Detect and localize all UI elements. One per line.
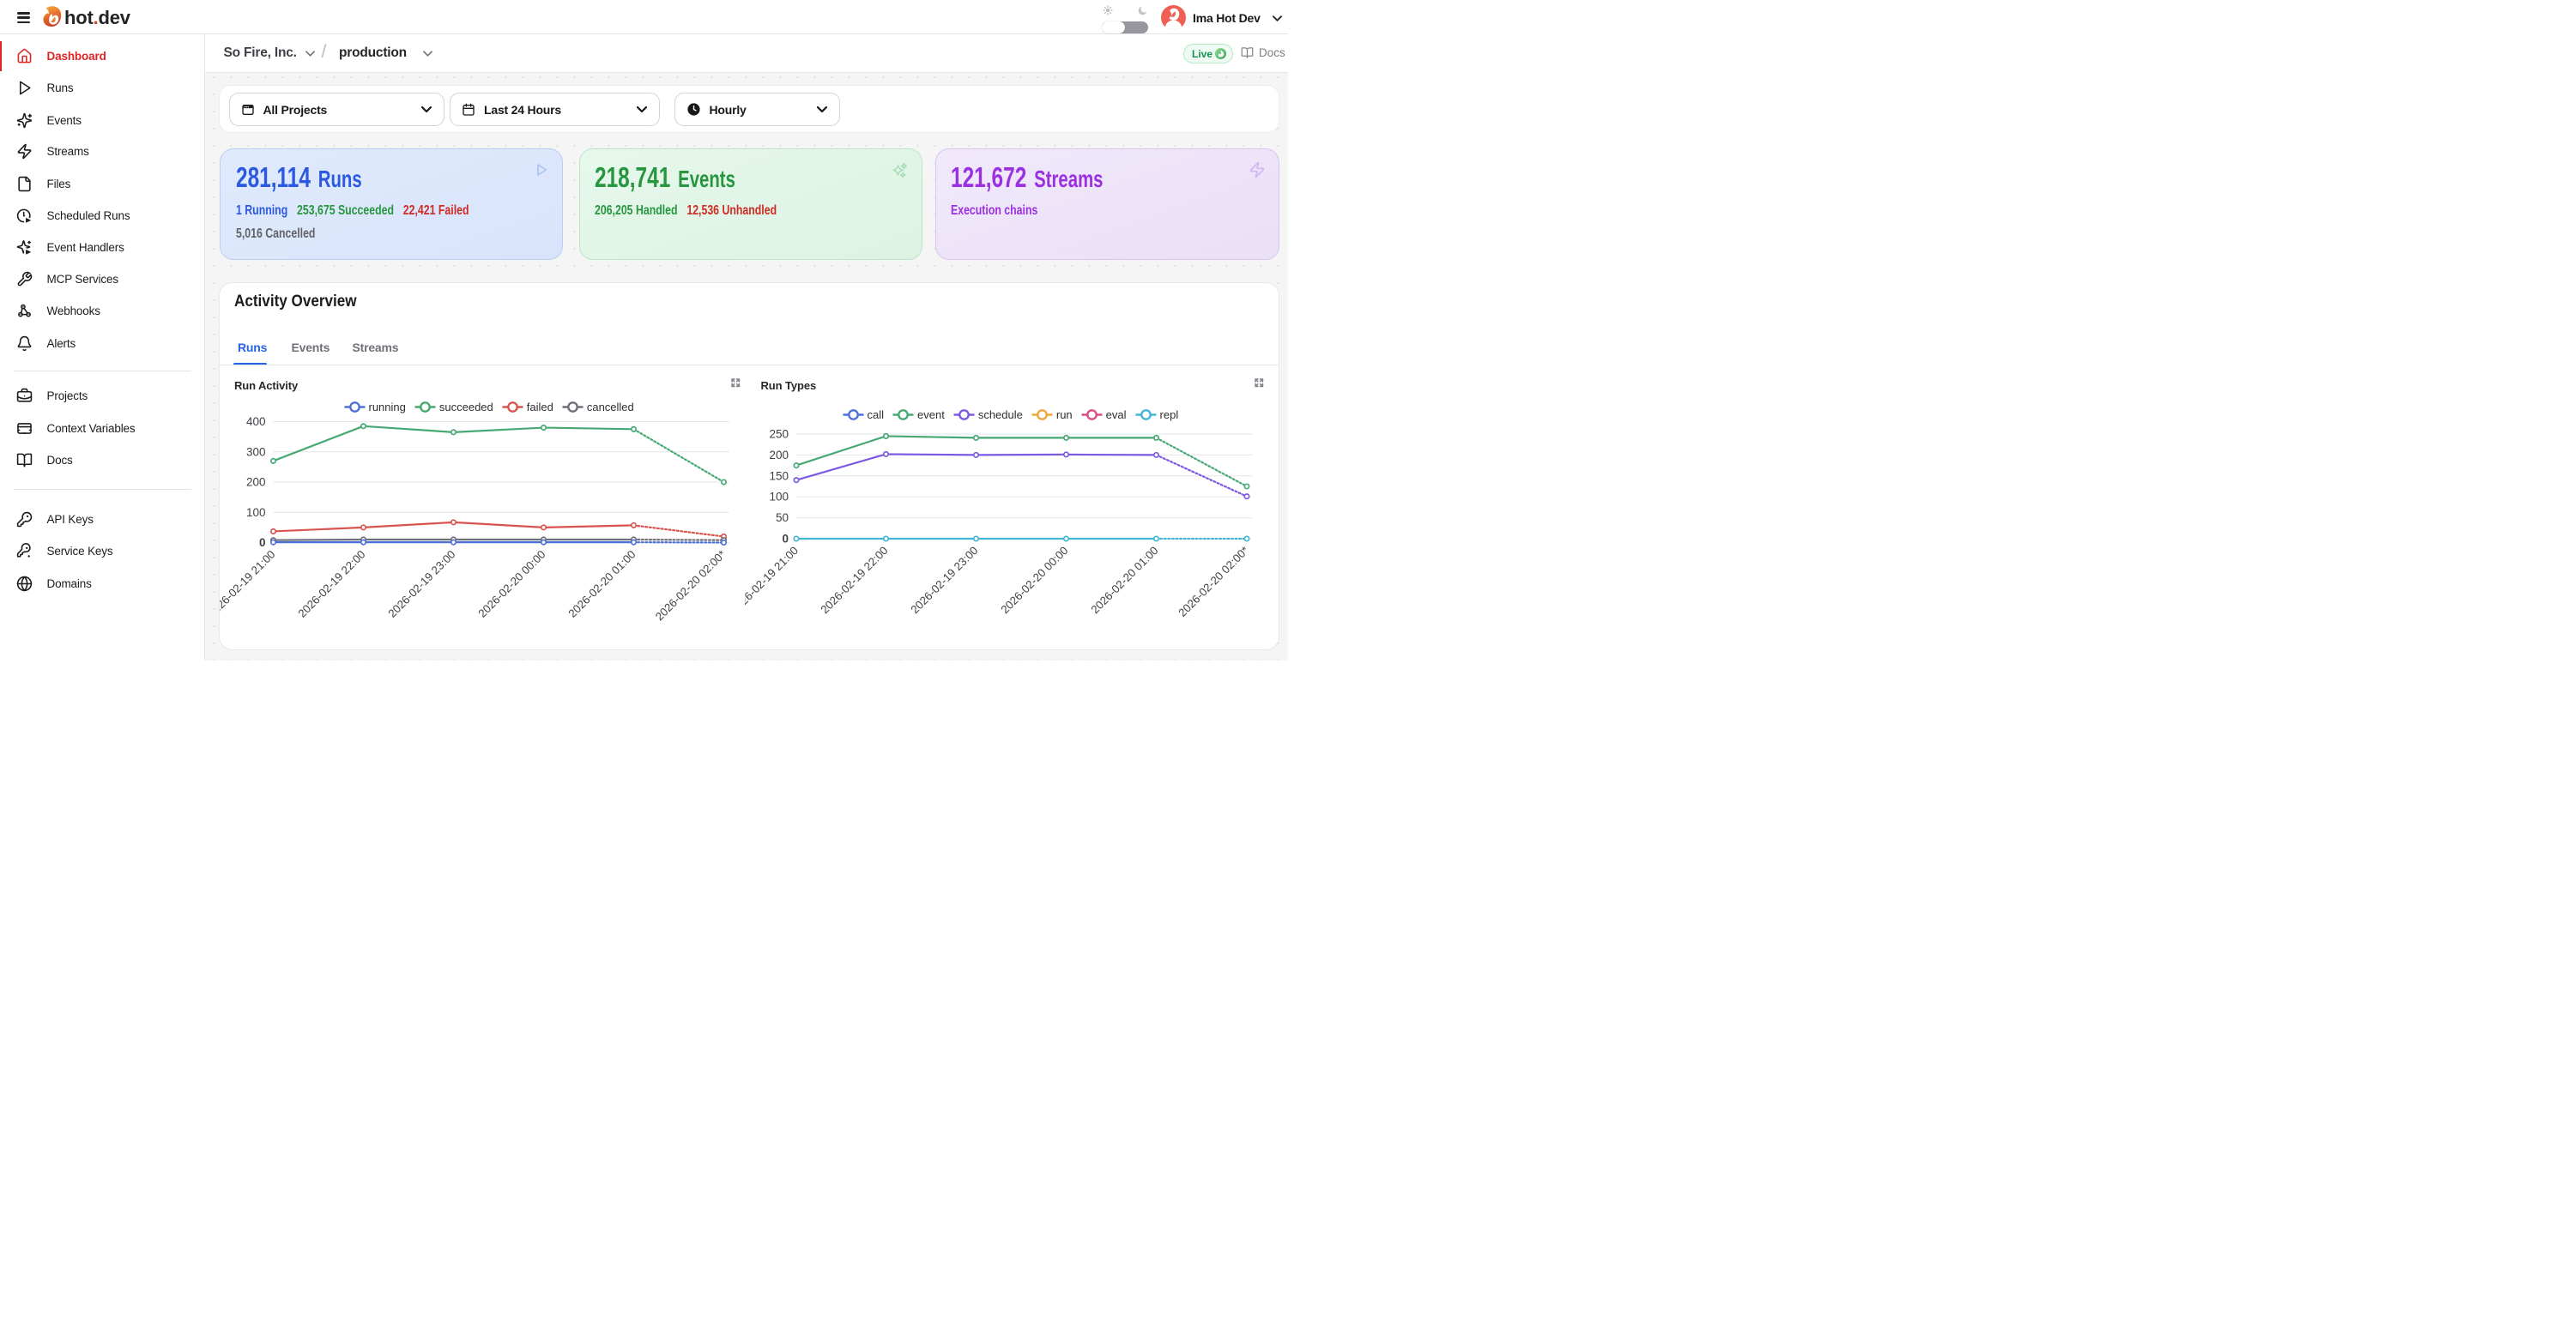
- svg-text:2026-02-19 22:00: 2026-02-19 22:00: [818, 544, 890, 616]
- svg-text:2026-02-19 21:00: 2026-02-19 21:00: [220, 547, 278, 619]
- svg-text:2026-02-20 02:00*: 2026-02-20 02:00*: [1176, 544, 1251, 619]
- svg-text:250: 250: [769, 427, 789, 440]
- svg-text:100: 100: [769, 490, 789, 503]
- svg-text:0: 0: [258, 536, 265, 549]
- svg-text:0: 0: [782, 532, 789, 545]
- svg-text:400: 400: [245, 416, 265, 428]
- svg-text:2026-02-20 02:00*: 2026-02-20 02:00*: [652, 547, 728, 623]
- svg-text:2026-02-19 23:00: 2026-02-19 23:00: [385, 547, 457, 619]
- svg-text:200: 200: [245, 475, 265, 488]
- svg-text:2026-02-20 01:00: 2026-02-20 01:00: [1088, 544, 1160, 616]
- svg-text:150: 150: [769, 469, 789, 482]
- svg-text:2026-02-19 23:00: 2026-02-19 23:00: [908, 544, 980, 616]
- svg-text:100: 100: [245, 505, 265, 518]
- svg-text:2026-02-20 00:00: 2026-02-20 00:00: [475, 547, 547, 619]
- svg-text:200: 200: [769, 448, 789, 461]
- svg-text:2026-02-20 00:00: 2026-02-20 00:00: [998, 544, 1070, 616]
- svg-text:2026-02-20 01:00: 2026-02-20 01:00: [565, 547, 638, 619]
- svg-text:50: 50: [775, 511, 788, 524]
- svg-text:2026-02-19 21:00: 2026-02-19 21:00: [745, 544, 801, 616]
- svg-text:2026-02-19 22:00: 2026-02-19 22:00: [295, 547, 367, 619]
- svg-text:300: 300: [245, 445, 265, 458]
